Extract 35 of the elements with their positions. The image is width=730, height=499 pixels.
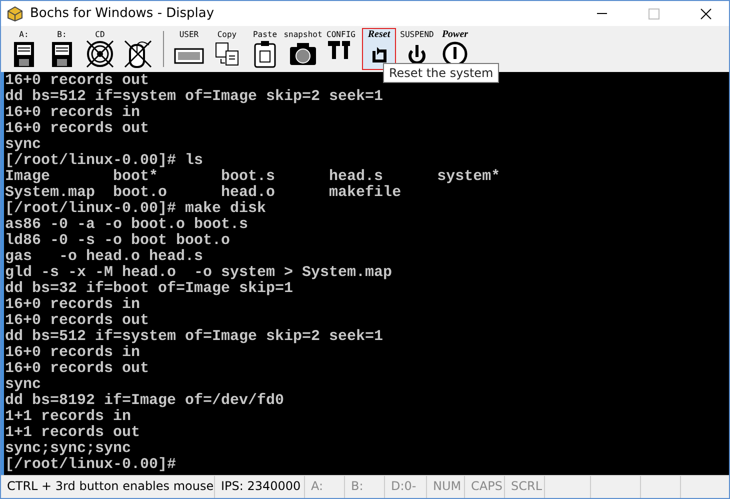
terminal-line: Image boot* boot.s head.s system* [5, 169, 500, 185]
terminal-line: 16+0 records out [5, 73, 150, 89]
terminal-line: as86 -0 -a -o boot.o boot.s [5, 217, 248, 233]
terminal-line: sync [5, 377, 42, 393]
status-field: SCRL [505, 476, 545, 498]
terminal-line: gas -o head.o head.s [5, 249, 204, 265]
terminal-line: 1+1 records out [5, 425, 140, 441]
terminal-line: 16+0 records in [5, 297, 140, 313]
terminal-line: dd bs=8192 if=Image of=/dev/fd0 [5, 393, 284, 409]
tooltip: Reset the system [383, 63, 500, 83]
terminal-line: 16+0 records out [5, 121, 150, 137]
terminal-line: sync;sync;sync [5, 441, 132, 457]
status-field: B: [345, 476, 385, 498]
status-field: A: [305, 476, 345, 498]
status-field: NUM [427, 476, 465, 498]
terminal-line: sync [5, 137, 42, 153]
status-field: D:0- [385, 476, 427, 498]
terminal-line: 16+0 records in [5, 105, 140, 121]
terminal-line: 16+0 records out [5, 361, 150, 377]
terminal-line: ld86 -0 -s -o boot boot.o [5, 233, 230, 249]
terminal-line: [/root/linux-0.00]# make disk [5, 201, 266, 217]
terminal-line: dd bs=512 if=system of=Image skip=2 seek=1 [5, 89, 384, 105]
terminal-line: dd bs=512 if=system of=Image skip=2 seek=1 [5, 329, 384, 345]
status-field: CTRL + 3rd button enables mouse [1, 476, 215, 498]
terminal-line: 1+1 records in [5, 409, 132, 425]
terminal-line: System.map boot.o head.o makefile [5, 185, 402, 201]
terminal-line: 16+0 records out [5, 313, 150, 329]
terminal-line: [/root/linux-0.00]# [5, 457, 176, 473]
terminal-line: [/root/linux-0.00]# ls [5, 153, 204, 169]
terminal-line: dd bs=32 if=boot of=Image skip=1 [5, 281, 294, 297]
terminal-line: gld -s -x -M head.o -o system > System.map [5, 265, 392, 281]
window-title: Bochs for Windows - Display [30, 6, 216, 21]
status-field: CAPS [465, 476, 505, 498]
status-field: IPS: 2340000 [215, 476, 305, 498]
terminal-line: 16+0 records in [5, 345, 140, 361]
